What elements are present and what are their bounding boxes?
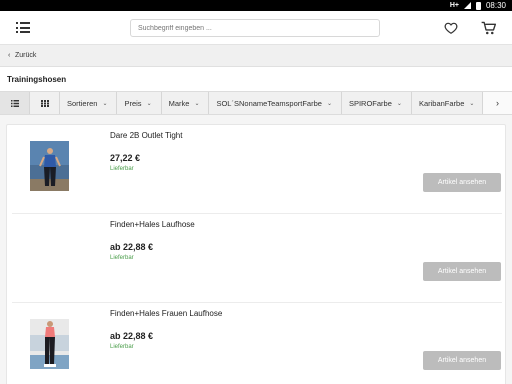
battery-icon: [475, 1, 481, 10]
chevron-down-icon: ⌄: [326, 100, 332, 107]
filter-spiro-color[interactable]: SPIROFarbe ⌄: [342, 92, 412, 114]
page-title: Trainingshosen: [7, 75, 67, 84]
filter-sols-color[interactable]: SOL´SNonameTeamsportFarbe ⌄: [209, 92, 342, 114]
filter-brand[interactable]: Marke ⌄: [162, 92, 210, 114]
network-type: H+: [449, 2, 459, 9]
filter-label: Preis: [124, 98, 142, 108]
filter-bar: Sortieren ⌄ Preis ⌄ Marke ⌄ SOL´SNonameTeam…: [0, 91, 512, 115]
search-input[interactable]: [130, 19, 380, 37]
stock-status: Lieferbar: [110, 166, 134, 172]
heart-icon[interactable]: [444, 21, 458, 35]
filter-label: Marke: [168, 98, 190, 108]
status-bar: H+ 08:30: [0, 0, 512, 11]
product-item[interactable]: Finden+Hales Frauen Laufhose ab 22,88 € …: [12, 303, 502, 384]
chevron-right-icon: ›: [496, 98, 499, 108]
product-price: ab 22,88 €: [110, 242, 154, 252]
clock: 08:30: [485, 1, 506, 10]
cart-icon[interactable]: [481, 21, 496, 35]
product-name[interactable]: Finden+Hales Frauen Laufhose: [110, 309, 222, 318]
stock-status: Lieferbar: [110, 255, 134, 261]
signal-icon: [463, 2, 471, 9]
filter-scroll-right-button[interactable]: ›: [482, 92, 512, 114]
chevron-down-icon: ⌄: [469, 100, 475, 107]
product-item[interactable]: Finden+Hales Laufhose ab 22,88 € Lieferb…: [12, 214, 502, 303]
app-header: [0, 11, 512, 45]
grid-view-button[interactable]: [30, 92, 60, 114]
product-name[interactable]: Finden+Hales Laufhose: [110, 220, 195, 229]
filter-label: SPIROFarbe: [348, 98, 392, 108]
filter-kariban-color[interactable]: KaribanFarbe ⌄: [412, 92, 485, 114]
view-article-button[interactable]: Artikel ansehen: [423, 173, 501, 192]
chevron-down-icon: ⌄: [396, 100, 402, 107]
product-item[interactable]: Dare 2B Outlet Tight 27,22 € Lieferbar A…: [12, 125, 502, 214]
product-image[interactable]: [30, 141, 69, 191]
back-label: Zurück: [15, 52, 37, 59]
view-article-button[interactable]: Artikel ansehen: [423, 262, 501, 281]
title-row: Trainingshosen: [0, 67, 512, 91]
product-name[interactable]: Dare 2B Outlet Tight: [110, 131, 182, 140]
product-list: Dare 2B Outlet Tight 27,22 € Lieferbar A…: [6, 124, 506, 384]
grid-view-icon: [40, 99, 49, 107]
chevron-left-icon: ‹: [8, 52, 11, 59]
filter-label: SOL´SNonameTeamsportFarbe: [216, 98, 322, 108]
view-article-button[interactable]: Artikel ansehen: [423, 351, 501, 370]
list-view-icon: [10, 99, 19, 107]
filter-sort[interactable]: Sortieren ⌄: [60, 92, 118, 114]
chevron-down-icon: ⌄: [194, 100, 200, 107]
product-price: ab 22,88 €: [110, 331, 154, 341]
list-view-button[interactable]: [0, 92, 30, 114]
stock-status: Lieferbar: [110, 344, 134, 350]
filter-price[interactable]: Preis ⌄: [117, 92, 162, 114]
chevron-down-icon: ⌄: [146, 100, 152, 107]
product-price: 27,22 €: [110, 153, 141, 163]
back-link[interactable]: ‹ Zurück: [0, 45, 512, 67]
chevron-down-icon: ⌄: [102, 100, 108, 107]
filter-label: Sortieren: [67, 98, 98, 108]
filter-label: KaribanFarbe: [418, 98, 465, 108]
menu-icon[interactable]: [16, 22, 30, 33]
product-image[interactable]: [30, 319, 69, 369]
